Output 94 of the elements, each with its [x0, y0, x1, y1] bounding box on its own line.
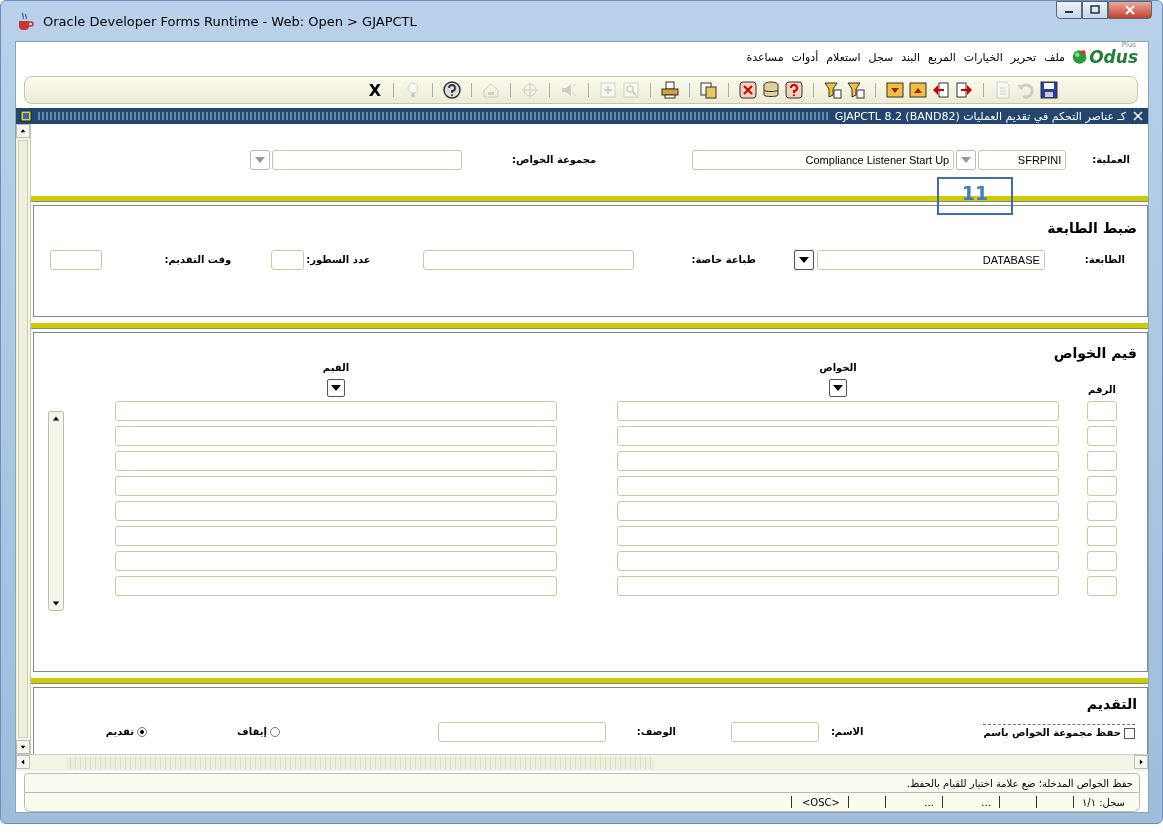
- table-cell-field[interactable]: [115, 551, 557, 571]
- close-icon[interactable]: [1124, 5, 1136, 15]
- table-cell-field[interactable]: [617, 401, 1059, 421]
- name-field[interactable]: [730, 722, 819, 742]
- menu-item[interactable]: استعلام: [825, 50, 862, 64]
- help-icon[interactable]: [442, 80, 462, 100]
- menu-item[interactable]: أدوات: [790, 50, 820, 64]
- horizontal-scrollbar[interactable]: [16, 754, 1148, 771]
- menu-item[interactable]: ملف: [1043, 50, 1066, 64]
- minimize-button[interactable]: [1056, 1, 1082, 19]
- table-cell-field[interactable]: [115, 401, 557, 421]
- exit-button[interactable]: X: [365, 80, 384, 100]
- status-field: <OSC>: [790, 796, 848, 808]
- table-cell-field[interactable]: [1087, 401, 1117, 421]
- status-field: ...: [884, 796, 942, 808]
- vertical-scrollbar[interactable]: [48, 411, 64, 611]
- table-cell-field[interactable]: [617, 576, 1059, 596]
- dropdown-button[interactable]: [829, 379, 847, 397]
- close-button[interactable]: [1108, 1, 1152, 19]
- form-title: كـ عناصر التحكم في تقديم العمليات GJAPCTL 8.2 (BAND82): [834, 109, 1126, 123]
- maximize-button[interactable]: [1082, 1, 1108, 19]
- table-cell-field[interactable]: [617, 451, 1059, 471]
- field-label: الاسم:: [830, 725, 864, 739]
- field-label: الوصف:: [636, 725, 676, 739]
- description-field[interactable]: [437, 722, 606, 742]
- table-cell-field[interactable]: [115, 576, 557, 596]
- column-header: القيم: [322, 361, 350, 375]
- table-cell-field[interactable]: [115, 451, 557, 471]
- status-message: حفظ الخواص المدخلة؛ ضع علامة اختيار للقيام بالحفظ.: [906, 777, 1133, 789]
- dropdown-button[interactable]: [327, 379, 345, 397]
- process-name-field[interactable]: Compliance Listener Start Up: [692, 150, 955, 170]
- vertical-scrollbar[interactable]: [16, 124, 31, 754]
- save-checkbox[interactable]: حفظ مجموعة الخواص باسم: [983, 724, 1135, 740]
- right-arrow-icon[interactable]: [954, 80, 974, 100]
- field-label: وقت التقديم:: [164, 253, 232, 267]
- field-label: طباعة خاصة:: [691, 253, 756, 267]
- table-cell-field[interactable]: [617, 426, 1059, 446]
- lines-field[interactable]: [271, 250, 305, 270]
- table-cell-field[interactable]: [115, 526, 557, 546]
- submit-time-field[interactable]: [50, 250, 103, 270]
- table-cell-field[interactable]: [1087, 551, 1117, 571]
- question-mark-icon[interactable]: [784, 80, 804, 100]
- radio-option[interactable]: إيقاف: [237, 725, 280, 739]
- column-header: الخواص: [819, 361, 857, 375]
- section-title: قيم الخواص: [1052, 344, 1138, 361]
- table-cell-field[interactable]: [617, 551, 1059, 571]
- window-title: Oracle Developer Forms Runtime - Web: Open > GJAPCTL: [43, 13, 418, 29]
- caret-down-icon[interactable]: [833, 385, 843, 391]
- menu-item[interactable]: الخيارات: [962, 50, 1004, 64]
- database-icon[interactable]: [761, 80, 781, 100]
- caret-down-icon[interactable]: [331, 385, 341, 391]
- section-title: ضبط الطابعة: [1046, 219, 1138, 236]
- parameter-set-field[interactable]: [271, 150, 462, 170]
- process-code-field[interactable]: SFRPINI: [978, 150, 1067, 170]
- radio-option[interactable]: تقديم: [105, 725, 148, 739]
- status-field: ...: [941, 796, 999, 808]
- menu-item[interactable]: سجل: [867, 50, 895, 64]
- field-label: الطابعة:: [1084, 253, 1125, 267]
- field-label: مجموعة الخواص:: [511, 153, 597, 167]
- printer-icon[interactable]: [660, 80, 680, 100]
- maximize-icon[interactable]: [1089, 5, 1101, 15]
- table-cell-field[interactable]: [617, 501, 1059, 521]
- table-cell-field[interactable]: [1087, 476, 1117, 496]
- close-icon[interactable]: [1132, 110, 1144, 122]
- table-cell-field[interactable]: [1087, 526, 1117, 546]
- form-icon: [20, 110, 32, 122]
- table-cell-field[interactable]: [1087, 451, 1117, 471]
- caret-down-icon[interactable]: [798, 257, 809, 263]
- column-header: الرقم: [1088, 383, 1116, 397]
- table-cell-field[interactable]: [1087, 501, 1117, 521]
- menu-item[interactable]: مساعدة: [745, 50, 785, 64]
- table-cell-field[interactable]: [115, 426, 557, 446]
- table-cell-field[interactable]: [617, 526, 1059, 546]
- menu-item[interactable]: تحرير: [1009, 50, 1038, 64]
- funnel-icon[interactable]: [846, 80, 866, 100]
- left-arrow-icon[interactable]: [931, 80, 951, 100]
- menu-item[interactable]: البند: [900, 50, 922, 64]
- field-label: العملية:: [1092, 153, 1130, 167]
- x-mark-icon[interactable]: [738, 80, 758, 100]
- table-cell-field[interactable]: [617, 476, 1059, 496]
- record-count: سجل: ١/١: [1072, 796, 1133, 808]
- field-label: عدد السطور:: [306, 253, 371, 267]
- table-cell-field[interactable]: [115, 501, 557, 521]
- printer-field[interactable]: DATABASE: [816, 250, 1045, 270]
- section-title: التقديم: [1085, 695, 1138, 712]
- special-print-field[interactable]: [422, 250, 634, 270]
- dropdown-button[interactable]: [793, 250, 814, 270]
- menu-item[interactable]: المربع: [927, 50, 957, 64]
- table-cell-field[interactable]: [115, 476, 557, 496]
- save-icon[interactable]: [1039, 80, 1059, 100]
- documents-icon[interactable]: [699, 80, 719, 100]
- table-cell-field[interactable]: [1087, 576, 1117, 596]
- funnel-icon[interactable]: [823, 80, 843, 100]
- table-cell-field[interactable]: [1087, 426, 1117, 446]
